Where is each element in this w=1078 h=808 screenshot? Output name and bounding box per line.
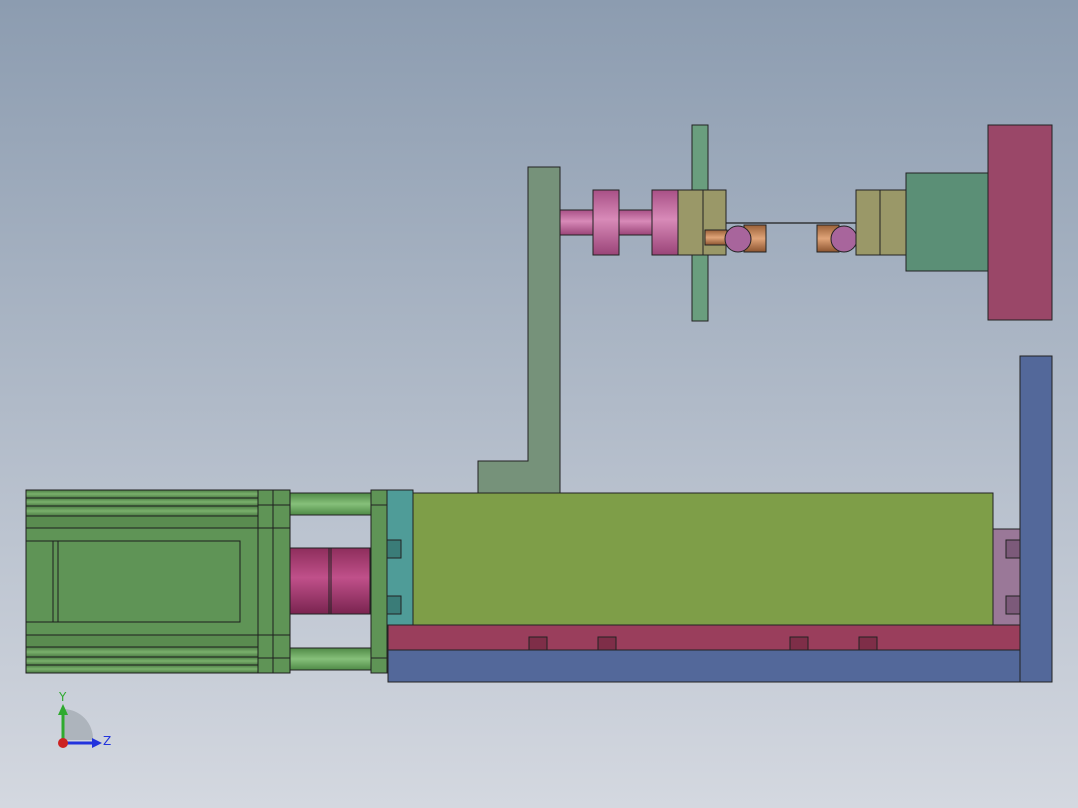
shaft-coupling[interactable] [289,547,371,615]
adapter-plate[interactable] [370,489,388,674]
x-axis-dot [58,738,68,748]
right-clamp[interactable] [855,189,907,256]
end-block[interactable] [992,528,1021,626]
motor-flange[interactable] [385,489,414,626]
z-axis-label: Z [103,734,111,748]
cad-viewport[interactable]: Y Z [0,0,1078,808]
y-axis-label: Y [58,690,67,704]
guide-rail[interactable] [387,624,1021,651]
linear-module-body[interactable] [412,492,994,626]
sensor-holder[interactable] [905,172,989,272]
servo-motor[interactable] [25,489,291,674]
load-cell-plate[interactable] [987,124,1053,321]
